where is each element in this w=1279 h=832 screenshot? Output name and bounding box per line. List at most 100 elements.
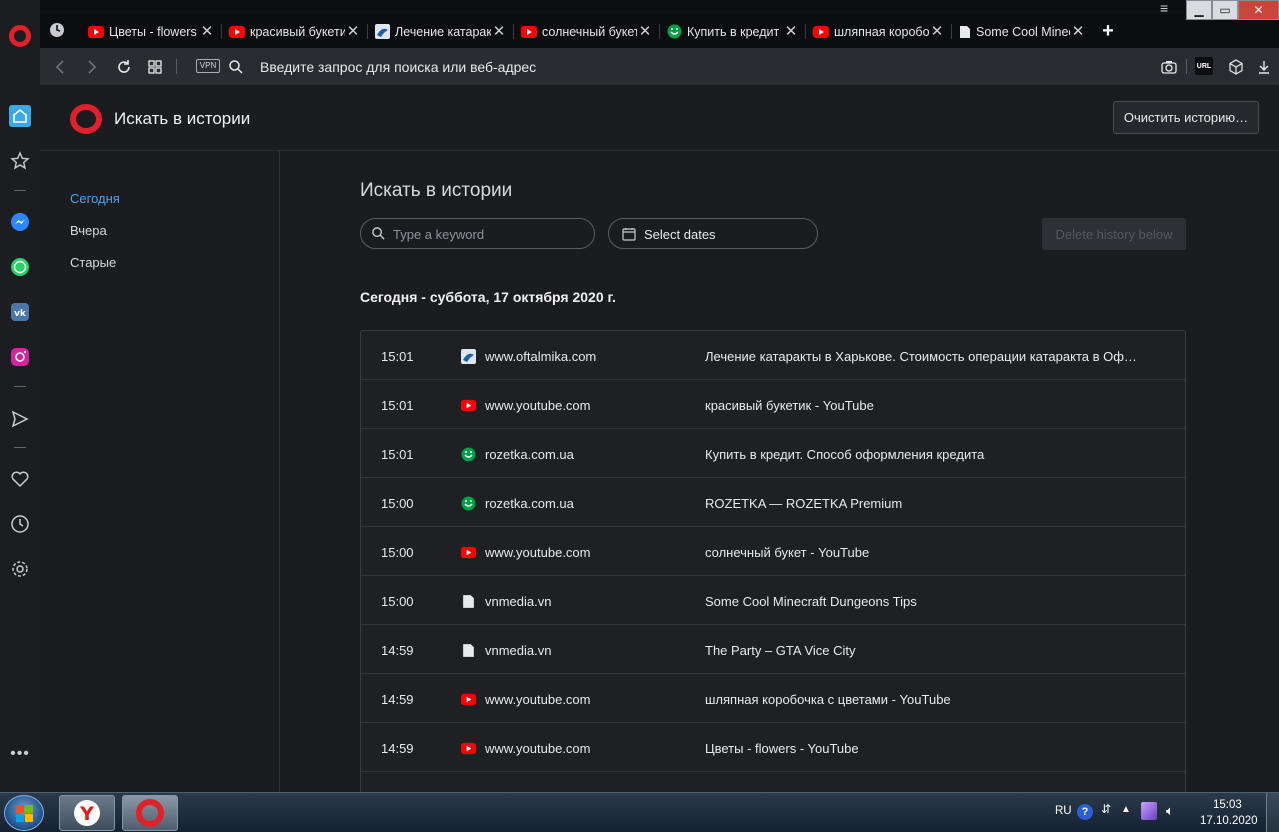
back-arrow-icon[interactable] (50, 57, 70, 77)
send-icon[interactable] (8, 407, 32, 431)
visit-title[interactable]: Лечение катаракты в Харькове. Стоимость … (705, 349, 1145, 364)
history-row[interactable]: 15:00 rozetka.com.ua ROZETKA — ROZETKA P… (361, 478, 1185, 527)
visit-title[interactable]: шляпная коробочка с цветами - YouTube (705, 692, 1145, 707)
history-row[interactable]: 15:00 vnmedia.vn Some Cool Minecraft Dun… (361, 576, 1185, 625)
visit-title[interactable]: The Party – GTA Vice City (705, 643, 1145, 658)
visit-domain[interactable]: rozetka.com.ua (485, 447, 574, 462)
history-row[interactable]: 14:59 www.youtube.com Цветы - flowers - … (361, 723, 1185, 772)
url-extension-icon[interactable]: URL (1195, 57, 1213, 75)
vk-icon[interactable]: vk (8, 300, 32, 324)
close-tab-icon[interactable]: ✕ (783, 23, 799, 40)
youtube-favicon (461, 399, 476, 412)
close-tab-icon[interactable]: ✕ (345, 23, 361, 40)
select-dates-button[interactable]: Select dates (608, 218, 818, 249)
heart-icon[interactable] (8, 467, 32, 491)
tab-bouquet[interactable]: красивый букетик ✕ (221, 18, 367, 45)
history-clock-icon[interactable] (8, 512, 32, 536)
rozetka-favicon (461, 496, 476, 511)
visit-domain[interactable]: www.oftalmika.com (485, 349, 596, 364)
show-hidden-icons-icon[interactable]: ▲ (1121, 804, 1131, 815)
tab-grid-icon[interactable] (145, 57, 165, 77)
tab-menu-clock-icon[interactable] (48, 21, 66, 39)
tab-credit[interactable]: Купить в кредит ✕ (659, 18, 805, 45)
visit-domain[interactable]: www.youtube.com (485, 545, 591, 560)
visit-title[interactable]: Цветы - flowers - YouTube (705, 741, 1145, 756)
delete-history-below-button[interactable]: Delete history below (1042, 218, 1186, 250)
visit-time: 14:59 (381, 692, 414, 707)
close-tab-icon[interactable]: ✕ (1070, 23, 1086, 40)
visit-time: 15:00 (381, 496, 414, 511)
snapshot-camera-icon[interactable] (1159, 57, 1179, 77)
visit-time: 15:00 (381, 594, 414, 609)
tab-cataract[interactable]: Лечение катаракты ✕ (367, 18, 513, 45)
close-window-button[interactable]: ✕ (1238, 0, 1279, 20)
minimize-window-button[interactable]: ▁ (1186, 0, 1212, 20)
reload-icon[interactable] (114, 57, 134, 77)
history-row[interactable]: 15:01 www.oftalmika.com Лечение катаракт… (361, 331, 1185, 380)
visit-title[interactable]: красивый букетик - YouTube (705, 398, 1145, 413)
history-row[interactable]: 14:59 www.youtube.com шляпная коробочка … (361, 674, 1185, 723)
visit-title[interactable]: Some Cool Minecraft Dungeons Tips (705, 594, 1145, 609)
windows-start-button[interactable] (4, 795, 44, 831)
address-input[interactable] (260, 57, 960, 77)
close-tab-icon[interactable]: ✕ (199, 23, 215, 40)
tab-minecraft[interactable]: Some Cool Minecraft ✕ (951, 18, 1092, 45)
history-row[interactable]: 15:01 www.youtube.com красивый букетик -… (361, 380, 1185, 429)
tab-flowers[interactable]: Цветы - flowers ✕ (80, 18, 221, 45)
forward-arrow-icon[interactable] (82, 57, 102, 77)
extension-cube-icon[interactable] (1226, 57, 1246, 77)
more-options-icon[interactable]: ••• (8, 742, 32, 766)
nav-item-older[interactable]: Старые (70, 255, 116, 270)
language-indicator[interactable]: RU (1055, 805, 1072, 817)
nav-item-today[interactable]: Сегодня (70, 191, 120, 206)
pen-tablet-icon[interactable] (1141, 802, 1157, 820)
volume-speaker-icon[interactable]: 🔈︎ (1166, 803, 1174, 819)
home-icon[interactable] (8, 104, 32, 128)
settings-gear-icon[interactable] (8, 557, 32, 581)
page-title: Искать в истории (114, 109, 251, 128)
svg-text:vk: vk (14, 309, 27, 319)
network-icon[interactable]: ⇵ (1101, 802, 1111, 816)
youtube-favicon (461, 693, 476, 706)
visit-domain[interactable]: www.youtube.com (485, 741, 591, 756)
new-tab-plus-icon[interactable]: + (1099, 21, 1117, 41)
clear-history-button[interactable]: Очистить историю… (1113, 101, 1259, 134)
history-list: 15:01 www.oftalmika.com Лечение катаракт… (360, 330, 1186, 792)
visit-domain[interactable]: vnmedia.vn (485, 594, 551, 609)
close-tab-icon[interactable]: ✕ (929, 23, 945, 40)
visit-domain[interactable]: www.youtube.com (485, 398, 591, 413)
tab-hatbox[interactable]: шляпная коробочка ✕ (805, 18, 951, 45)
taskbar-opera-browser[interactable] (122, 795, 178, 831)
easy-setup-menu-icon[interactable]: ≡ (1160, 1, 1180, 15)
instagram-icon[interactable] (8, 345, 32, 369)
whatsapp-icon[interactable] (8, 255, 32, 279)
close-tab-icon[interactable]: ✕ (491, 23, 507, 40)
visit-domain[interactable]: vnmedia.vn (485, 643, 551, 658)
visit-title[interactable]: Купить в кредит. Способ оформления креди… (705, 447, 1145, 462)
clock-date[interactable]: 17.10.2020 (1200, 815, 1258, 827)
day-heading: Сегодня - суббота, 17 октября 2020 г. (360, 289, 616, 305)
nav-item-yesterday[interactable]: Вчера (70, 223, 107, 238)
history-row[interactable]: 15:01 rozetka.com.ua Купить в кредит. Сп… (361, 429, 1185, 478)
maximize-window-button[interactable]: ▭ (1212, 0, 1238, 20)
oftalmika-favicon (461, 349, 476, 364)
bookmarks-star-icon[interactable] (8, 149, 32, 173)
clock-time[interactable]: 15:03 (1213, 799, 1242, 811)
messenger-icon[interactable] (8, 210, 32, 234)
close-tab-icon[interactable]: ✕ (637, 23, 653, 40)
visit-title[interactable]: ROZETKA — ROZETKA Premium (705, 496, 1145, 511)
download-arrow-icon[interactable] (1254, 57, 1274, 77)
visit-title[interactable]: солнечный букет - YouTube (705, 545, 1145, 560)
help-icon[interactable]: ? (1077, 804, 1093, 820)
vpn-badge[interactable]: VPN (196, 59, 220, 73)
keyword-search-input[interactable] (393, 225, 583, 243)
taskbar-yandex-browser[interactable]: Y (59, 795, 115, 831)
history-row[interactable]: 14:59 vnmedia.vn The Party – GTA Vice Ci… (361, 625, 1185, 674)
history-row[interactable]: 15:00 www.youtube.com солнечный букет - … (361, 527, 1185, 576)
tab-title: красивый букетик (250, 24, 345, 39)
visit-domain[interactable]: rozetka.com.ua (485, 496, 574, 511)
show-desktop-button[interactable] (1266, 793, 1279, 832)
tab-sunny-bouquet[interactable]: солнечный букет ✕ (513, 18, 659, 45)
opera-menu-icon[interactable] (9, 25, 31, 47)
visit-domain[interactable]: www.youtube.com (485, 692, 591, 707)
